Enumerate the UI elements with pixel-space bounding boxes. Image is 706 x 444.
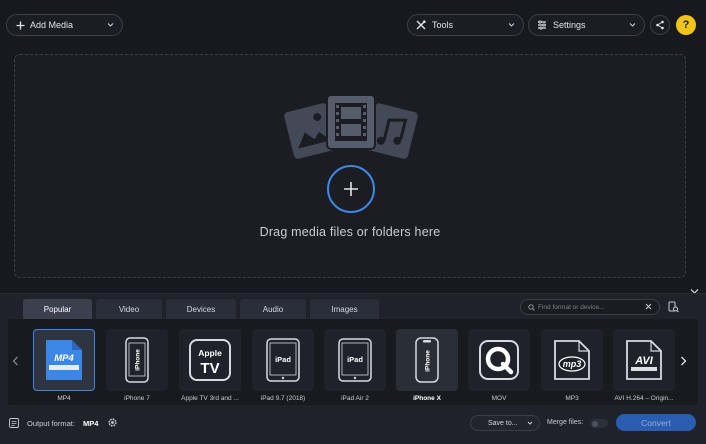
plus-icon	[16, 21, 25, 30]
avi-video-icon: AVI	[626, 340, 662, 380]
format-item-iphone-7[interactable]: iPhone	[106, 329, 168, 391]
toggle-knob	[592, 420, 598, 427]
output-format-icon[interactable]	[9, 418, 19, 428]
format-presets-strip: MP4 MP4 iPhone iPhone 7 Apple TV Apple T…	[8, 319, 698, 405]
settings-button[interactable]: Settings	[528, 14, 645, 36]
apple-tv-icon: Apple TV	[189, 339, 231, 381]
ipad-badge: iPad	[347, 355, 363, 364]
tab-label: Popular	[43, 304, 72, 314]
tab-audio[interactable]: Audio	[240, 299, 306, 319]
device-detect-button[interactable]	[668, 300, 679, 318]
format-item-ipad-air-2[interactable]: iPad	[324, 329, 386, 391]
scroll-left-arrow-icon[interactable]	[12, 353, 19, 371]
format-search-input[interactable]	[538, 303, 638, 311]
drop-zone-text: Drag media files or folders here	[259, 225, 441, 239]
settings-label: Settings	[553, 20, 586, 30]
format-item-mp4[interactable]: MP4	[33, 329, 95, 391]
tab-label: Images	[331, 304, 358, 314]
mp4-video-icon: MP4	[46, 340, 82, 380]
format-label: AVI H.264 – Origin...	[614, 395, 674, 402]
ipad-icon: iPad	[266, 338, 300, 382]
format-label: Apple TV 3rd and ...	[181, 395, 239, 402]
format-item-iphone-x[interactable]: iPhone	[396, 329, 458, 391]
formats-panel: Popular Video Devices Audio Images MP4	[0, 293, 706, 444]
format-search-box	[520, 299, 660, 315]
share-button[interactable]	[650, 15, 670, 35]
device-detect-icon	[668, 301, 679, 313]
output-format-label: Output format:	[27, 419, 75, 428]
tools-label: Tools	[432, 20, 454, 30]
format-label: MOV	[491, 395, 507, 402]
tab-video[interactable]: Video	[96, 299, 162, 319]
format-item-mov[interactable]	[468, 329, 530, 391]
format-label: iPhone X	[413, 395, 441, 402]
format-label: iPad Air 2	[341, 395, 369, 402]
chevron-down-icon	[629, 20, 636, 30]
tab-popular[interactable]: Popular	[23, 299, 92, 319]
settings-icon	[537, 20, 547, 30]
media-drop-zone[interactable]: Drag media files or folders here	[14, 54, 686, 278]
quicktime-icon	[479, 340, 519, 380]
apple-tv-badge-line2: TV	[200, 360, 219, 377]
tools-icon	[416, 20, 426, 30]
scroll-right-arrow-icon[interactable]	[680, 353, 687, 371]
tools-button[interactable]: Tools	[407, 14, 524, 36]
ipad-icon: iPad	[338, 338, 372, 382]
add-files-circle-button[interactable]	[327, 165, 375, 213]
save-to-dropdown[interactable]: Save to...	[470, 415, 540, 431]
format-label: MP3	[565, 395, 579, 402]
iphone-icon: iPhone	[125, 337, 149, 383]
mp3-badge: mp3	[563, 359, 582, 369]
save-to-label: Save to...	[488, 419, 518, 427]
iphone-badge: iPhone	[135, 349, 142, 371]
bottom-footer: Output format: MP4 Save to... Merge file…	[0, 410, 706, 444]
tab-label: Devices	[186, 304, 216, 314]
avi-badge: AVI	[634, 355, 653, 367]
tab-label: Video	[118, 304, 140, 314]
output-format-value: MP4	[83, 419, 99, 428]
tab-devices[interactable]: Devices	[166, 299, 236, 319]
convert-button[interactable]: Convert	[616, 414, 696, 431]
clear-search-icon[interactable]	[645, 303, 652, 310]
add-media-button[interactable]: Add Media	[6, 14, 123, 36]
tab-images[interactable]: Images	[310, 299, 379, 319]
apple-tv-badge-line1: Apple	[198, 348, 222, 358]
convert-label: Convert	[641, 417, 671, 428]
merge-files-toggle[interactable]	[590, 419, 608, 428]
search-icon	[528, 303, 535, 311]
chevron-down-icon	[527, 420, 533, 426]
iphone-icon: iPhone	[415, 337, 439, 383]
ipad-badge: iPad	[275, 355, 291, 364]
question-mark-icon: ?	[682, 19, 690, 31]
help-button[interactable]: ?	[676, 15, 696, 35]
share-icon	[655, 20, 665, 30]
format-label: iPad 9.7 (2018)	[260, 395, 306, 402]
format-item-mp3[interactable]: mp3	[541, 329, 603, 391]
merge-files-label: Merge files:	[547, 419, 584, 426]
tab-label: Audio	[262, 304, 284, 314]
mp3-audio-icon: mp3	[554, 340, 590, 380]
format-item-apple-tv[interactable]: Apple TV	[179, 329, 241, 391]
plus-icon	[343, 181, 359, 197]
iphone-badge: iPhone	[425, 350, 432, 372]
chevron-down-icon	[508, 20, 515, 30]
format-item-avi[interactable]: AVI	[613, 329, 675, 391]
top-toolbar: Add Media Tools Settings ?	[0, 0, 706, 50]
add-media-label: Add Media	[30, 20, 74, 30]
gear-icon[interactable]	[107, 417, 118, 428]
format-label: iPhone 7	[124, 395, 150, 402]
chevron-down-icon	[107, 20, 114, 30]
media-files-icon	[284, 94, 418, 159]
mp4-badge: MP4	[54, 353, 74, 364]
format-label: MP4	[57, 395, 71, 402]
format-item-ipad-9-7[interactable]: iPad	[252, 329, 314, 391]
